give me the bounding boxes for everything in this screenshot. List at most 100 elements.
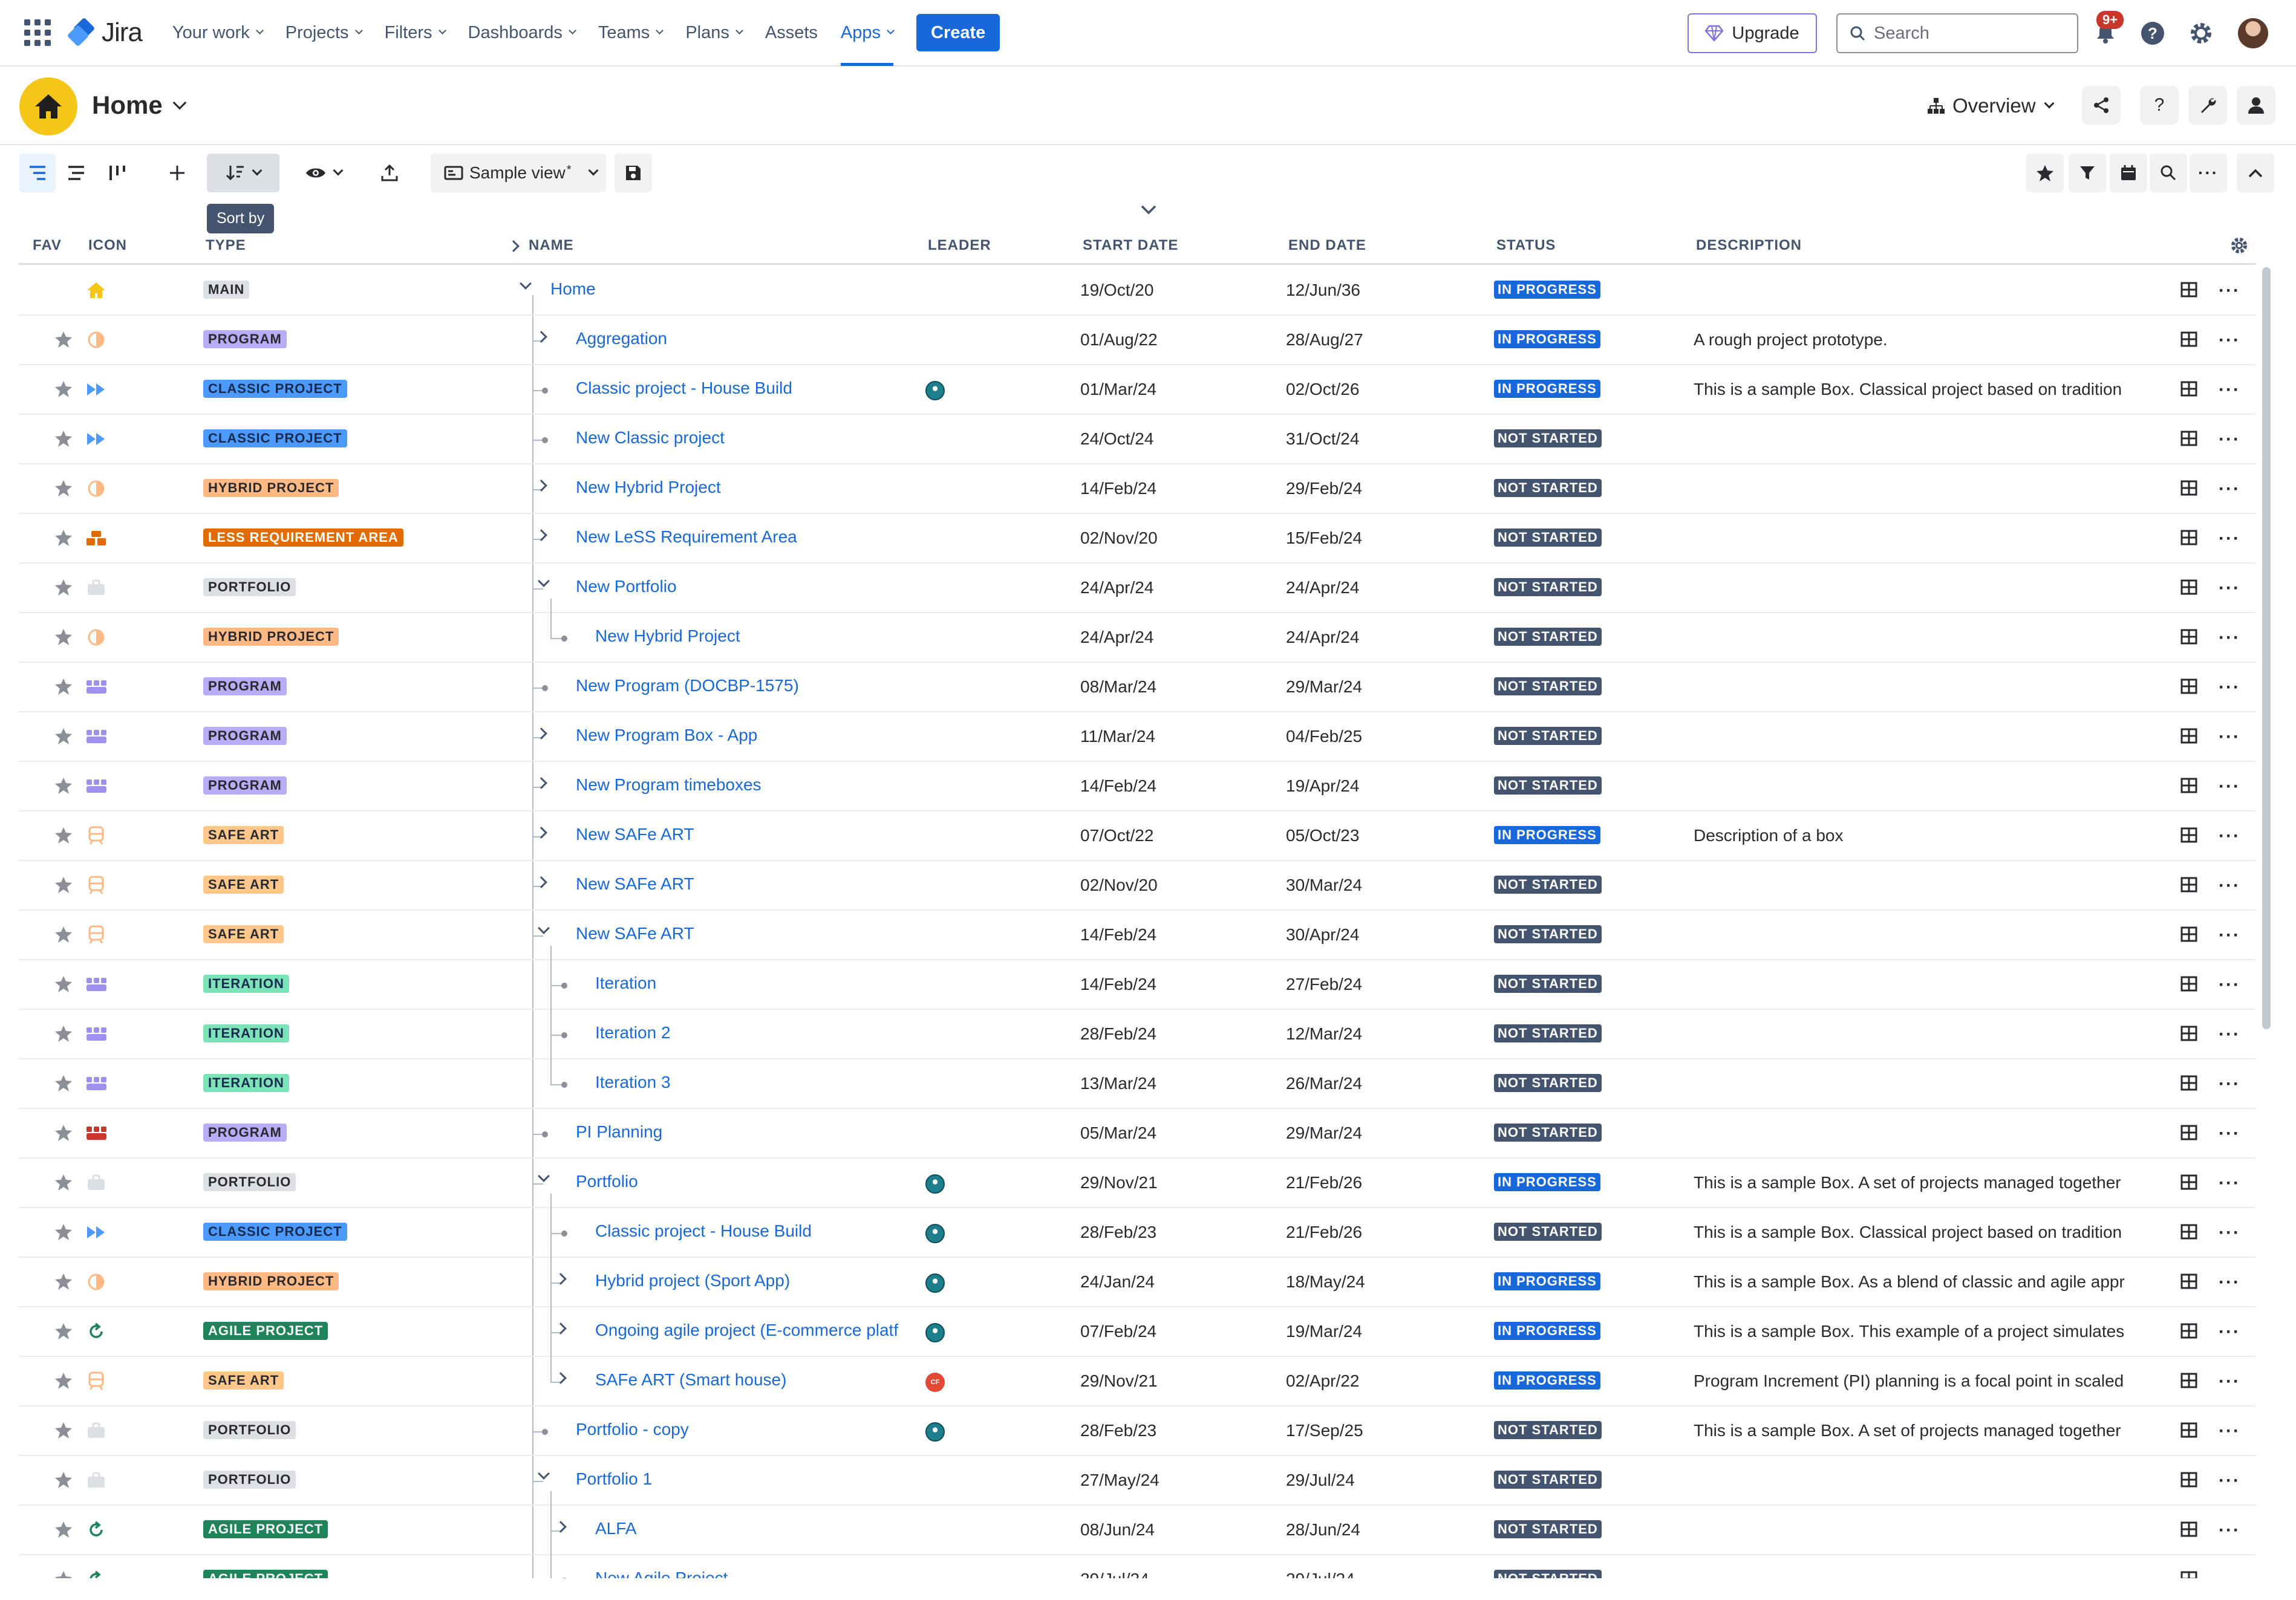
nav-dashboards[interactable]: Dashboards <box>468 0 576 66</box>
table-grid-icon[interactable] <box>2180 827 2197 846</box>
status-badge[interactable]: NOT STARTED <box>1494 1570 1602 1578</box>
favorite-star-icon[interactable] <box>54 1471 73 1492</box>
upgrade-button[interactable]: Upgrade <box>1688 13 1817 53</box>
table-row[interactable]: PORTFOLIO New Portfolio 24/Apr/24 24/Apr/24… <box>18 564 2256 613</box>
table-grid-icon[interactable] <box>2180 530 2197 548</box>
column-header-icon[interactable]: ICON <box>88 237 127 254</box>
table-row[interactable]: PROGRAM New Program Box - App 11/Mar/24 04/… <box>18 712 2256 762</box>
overview-dropdown[interactable]: Overview <box>1927 94 2055 117</box>
status-badge[interactable]: IN PROGRESS <box>1494 380 1600 398</box>
collapse-toggle-icon[interactable] <box>538 575 550 587</box>
column-header-fav[interactable]: FAV <box>33 237 62 254</box>
favorite-star-icon[interactable] <box>54 925 73 946</box>
row-name-link[interactable]: Iteration 2 <box>595 1023 671 1042</box>
row-more-button[interactable]: ··· <box>2219 380 2240 400</box>
table-grid-icon[interactable] <box>2180 1422 2197 1441</box>
table-row[interactable]: MAIN Home 19/Oct/20 12/Jun/36 IN PROGRESS ··· <box>18 266 2256 316</box>
status-badge[interactable]: NOT STARTED <box>1494 727 1602 745</box>
leader-avatar[interactable] <box>925 1323 945 1342</box>
favorite-star-icon[interactable] <box>54 429 73 450</box>
table-grid-icon[interactable] <box>2180 629 2197 648</box>
table-row[interactable]: SAFE ART SAFe ART (Smart house) CF 29/Nov/2… <box>18 1357 2256 1407</box>
table-grid-icon[interactable] <box>2180 778 2197 796</box>
table-grid-icon[interactable] <box>2180 1373 2197 1391</box>
search-button[interactable] <box>2150 154 2187 192</box>
table-row[interactable]: PORTFOLIO Portfolio - copy 28/Feb/23 17/Sep… <box>18 1407 2256 1456</box>
row-name-link[interactable]: New LeSS Requirement Area <box>576 527 797 547</box>
sort-by-button[interactable] <box>207 154 279 192</box>
status-badge[interactable]: IN PROGRESS <box>1494 330 1600 348</box>
status-badge[interactable]: NOT STARTED <box>1494 528 1602 547</box>
favorite-star-icon[interactable] <box>54 776 73 798</box>
nav-assets[interactable]: Assets <box>765 0 818 66</box>
table-grid-icon[interactable] <box>2180 1174 2197 1193</box>
table-grid-icon[interactable] <box>2180 282 2197 301</box>
row-more-button[interactable]: ··· <box>2219 876 2240 896</box>
table-grid-icon[interactable] <box>2180 678 2197 697</box>
status-badge[interactable]: NOT STARTED <box>1494 1223 1602 1241</box>
row-name-link[interactable]: PI Planning <box>576 1122 662 1142</box>
leader-avatar[interactable] <box>925 1224 945 1243</box>
column-header-leader[interactable]: LEADER <box>928 237 991 254</box>
table-grid-icon[interactable] <box>2180 1472 2197 1491</box>
view-select[interactable]: Sample view * <box>431 154 606 192</box>
favorite-star-icon[interactable] <box>54 1024 73 1046</box>
save-view-button[interactable] <box>615 154 652 192</box>
table-row[interactable]: AGILE PROJECT New Agile Project 29/Jul/24 2… <box>18 1555 2256 1578</box>
nav-teams[interactable]: Teams <box>598 0 664 66</box>
nav-plans[interactable]: Plans <box>685 0 743 66</box>
row-more-button[interactable]: ··· <box>2219 1520 2240 1541</box>
settings-button[interactable] <box>2187 19 2215 47</box>
table-row[interactable]: PROGRAM PI Planning 05/Mar/24 29/Mar/24 NOT … <box>18 1109 2256 1159</box>
row-more-button[interactable]: ··· <box>2219 1024 2240 1045</box>
table-row[interactable]: CLASSIC PROJECT New Classic project 24/Oct… <box>18 415 2256 464</box>
status-badge[interactable]: NOT STARTED <box>1494 578 1602 596</box>
leader-avatar[interactable] <box>925 1273 945 1293</box>
table-row[interactable]: PROGRAM New Program (DOCBP-1575) 08/Mar/24… <box>18 663 2256 712</box>
favorite-star-icon[interactable] <box>54 1223 73 1244</box>
row-name-link[interactable]: Home <box>550 279 596 299</box>
row-more-button[interactable]: ··· <box>2219 479 2240 499</box>
row-name-link[interactable]: New SAFe ART <box>576 874 694 894</box>
table-grid-icon[interactable] <box>2180 331 2197 350</box>
table-row[interactable]: ITERATION Iteration 2 28/Feb/24 12/Mar/24 NO… <box>18 1010 2256 1059</box>
row-more-button[interactable]: ··· <box>2219 528 2240 549</box>
nav-apps[interactable]: Apps <box>840 0 895 66</box>
table-row[interactable]: HYBRID PROJECT New Hybrid Project 14/Feb/2… <box>18 464 2256 514</box>
row-more-button[interactable]: ··· <box>2219 578 2240 599</box>
status-badge[interactable]: NOT STARTED <box>1494 776 1602 795</box>
row-name-link[interactable]: New Classic project <box>576 428 725 447</box>
row-more-button[interactable]: ··· <box>2219 1272 2240 1293</box>
row-more-button[interactable]: ··· <box>2219 330 2240 351</box>
leader-avatar[interactable] <box>925 1174 945 1194</box>
table-grid-icon[interactable] <box>2180 976 2197 995</box>
status-badge[interactable]: NOT STARTED <box>1494 975 1602 993</box>
column-header-end-date[interactable]: END DATE <box>1288 237 1366 254</box>
leader-avatar[interactable] <box>925 381 945 400</box>
table-grid-icon[interactable] <box>2180 381 2197 400</box>
board-view-button[interactable] <box>99 154 135 192</box>
column-header-start-date[interactable]: START DATE <box>1083 237 1178 254</box>
row-name-link[interactable]: New SAFe ART <box>576 924 694 943</box>
favorite-star-icon[interactable] <box>54 528 73 550</box>
favorite-star-icon[interactable] <box>54 876 73 897</box>
row-more-button[interactable]: ··· <box>2219 429 2240 450</box>
row-more-button[interactable]: ··· <box>2219 1223 2240 1243</box>
column-settings-icon[interactable] <box>2229 236 2249 255</box>
table-row[interactable]: CLASSIC PROJECT Classic project - House B… <box>18 1208 2256 1258</box>
help-button[interactable]: ? <box>2140 86 2179 125</box>
status-badge[interactable]: NOT STARTED <box>1494 1520 1602 1538</box>
table-grid-icon[interactable] <box>2180 877 2197 896</box>
status-badge[interactable]: NOT STARTED <box>1494 1074 1602 1092</box>
status-badge[interactable]: NOT STARTED <box>1494 677 1602 695</box>
favorite-star-icon[interactable] <box>54 1173 73 1194</box>
row-more-button[interactable]: ··· <box>2219 281 2240 301</box>
row-name-link[interactable]: Classic project - House Build <box>595 1221 812 1241</box>
row-name-link[interactable]: Classic project - House Build <box>576 379 792 398</box>
row-more-button[interactable]: ··· <box>2219 975 2240 995</box>
configure-button[interactable] <box>2188 86 2227 125</box>
row-more-button[interactable]: ··· <box>2219 1371 2240 1392</box>
row-more-button[interactable]: ··· <box>2219 1471 2240 1491</box>
favorite-star-icon[interactable] <box>54 975 73 996</box>
user-button[interactable] <box>2237 86 2275 125</box>
